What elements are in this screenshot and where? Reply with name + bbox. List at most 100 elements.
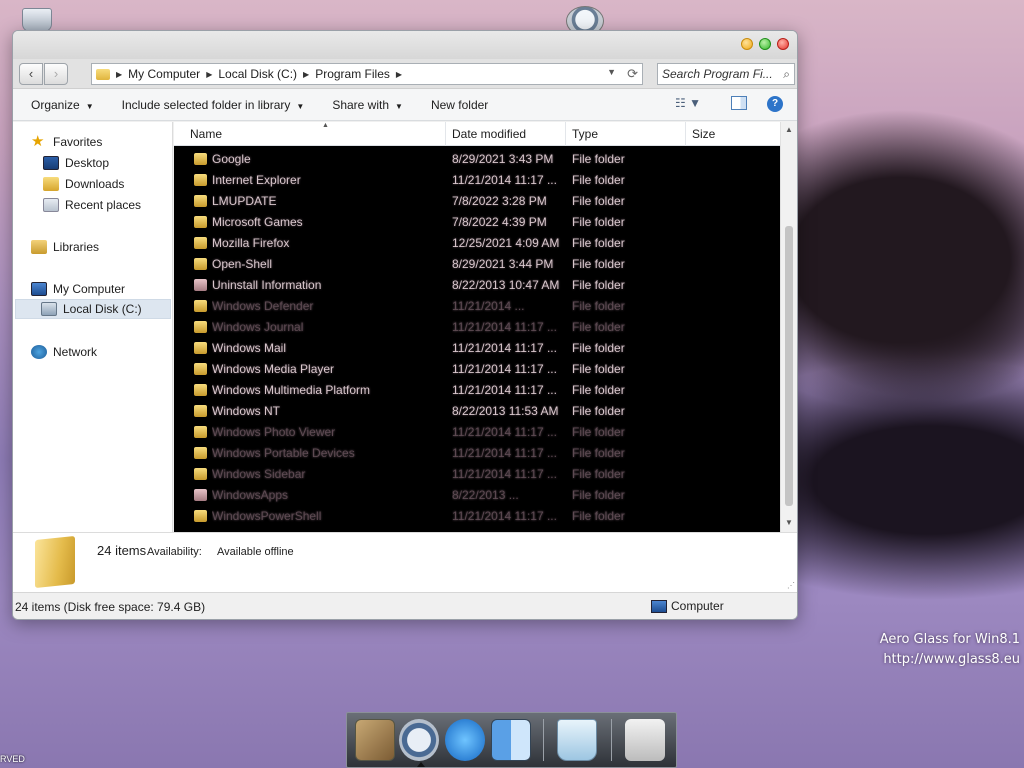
file-type: File folder — [572, 446, 625, 460]
file-type: File folder — [572, 488, 625, 502]
breadcrumb-my-computer[interactable]: My Computer — [128, 67, 200, 81]
status-location-label: Computer — [671, 599, 724, 613]
desktop-watermark: Aero Glass for Win8.1 http://www.glass8.… — [880, 630, 1020, 670]
file-type: File folder — [572, 152, 625, 166]
file-date: 8/22/2013 11:53 AM — [452, 404, 559, 418]
file-name: Windows Mail — [212, 341, 287, 355]
table-row[interactable]: Windows Defender 11/21/2014 ... File folde… — [174, 296, 780, 317]
table-row[interactable]: Google 8/29/2021 3:43 PM File folder — [174, 149, 780, 170]
file-name: LMUPDATE — [212, 194, 277, 208]
nav-label: Downloads — [65, 177, 125, 191]
column-header-name[interactable]: ▲ Name — [184, 122, 446, 146]
folder-icon — [194, 195, 207, 207]
search-input[interactable]: Search Program Fi... ⌕ — [657, 63, 795, 85]
folder-icon — [194, 321, 207, 333]
recycle-bin-icon[interactable] — [557, 719, 597, 761]
breadcrumb-local-disk[interactable]: Local Disk (C:) — [218, 67, 297, 81]
breadcrumb-separator[interactable]: ▶ — [303, 70, 309, 79]
desktop-recycle-bin-icon[interactable] — [22, 8, 52, 32]
disk-drive-icon — [41, 302, 57, 316]
help-icon[interactable]: ? — [767, 96, 783, 112]
safari-icon[interactable] — [399, 719, 439, 761]
file-name: WindowsPowerShell — [212, 509, 322, 523]
organize-button[interactable]: Organize ▼ — [31, 98, 94, 112]
table-row[interactable]: Open-Shell 8/29/2021 3:44 PM File folder — [174, 254, 780, 275]
folder-icon — [194, 447, 207, 459]
corner-text: RVED — [0, 754, 25, 764]
table-row[interactable]: LMUPDATE 7/8/2022 3:28 PM File folder — [174, 191, 780, 212]
share-label: Share with — [332, 97, 390, 112]
breadcrumb-separator[interactable]: ▶ — [116, 70, 122, 79]
table-row[interactable]: Mozilla Firefox 12/25/2021 4:09 AM File fo… — [174, 233, 780, 254]
mail-icon[interactable] — [355, 719, 395, 761]
nav-my-computer[interactable]: My Computer — [31, 279, 125, 299]
file-date: 11/21/2014 11:17 ... — [452, 341, 557, 355]
minimize-button[interactable] — [741, 38, 753, 50]
back-button[interactable]: ‹ — [19, 63, 43, 85]
nav-desktop[interactable]: Desktop — [43, 153, 109, 173]
availability-label: Availability: — [147, 546, 202, 558]
table-row[interactable]: Windows Portable Devices 11/21/2014 11:17… — [174, 443, 780, 464]
include-in-library-button[interactable]: Include selected folder in library ▼ — [122, 98, 305, 112]
column-header-size[interactable]: Size — [686, 122, 780, 146]
search-icon[interactable]: ⌕ — [783, 67, 790, 82]
breadcrumb-separator[interactable]: ▶ — [396, 70, 402, 79]
resize-grip-icon[interactable]: ⋰ — [787, 581, 795, 590]
table-row[interactable]: Windows Journal 11/21/2014 11:17 ... File … — [174, 317, 780, 338]
table-row[interactable]: Windows Multimedia Platform 11/21/2014 11… — [174, 380, 780, 401]
title-bar[interactable] — [13, 31, 797, 59]
file-type: File folder — [572, 404, 625, 418]
table-row[interactable]: Uninstall Information 8/22/2013 10:47 AM F… — [174, 275, 780, 296]
file-date: 11/21/2014 11:17 ... — [452, 383, 557, 397]
nav-downloads[interactable]: Downloads — [43, 174, 124, 194]
nav-recent-places[interactable]: Recent places — [43, 195, 141, 215]
nav-label: Favorites — [53, 135, 103, 149]
share-with-button[interactable]: Share with ▼ — [332, 98, 403, 112]
column-header-type[interactable]: Type — [566, 122, 686, 146]
forward-button[interactable]: › — [44, 63, 68, 85]
preview-pane-icon[interactable] — [731, 96, 747, 110]
navigation-pane: ★ Favorites Desktop Downloads Recent pla… — [13, 122, 173, 532]
folder-icon — [194, 468, 207, 480]
address-bar[interactable]: ▶ My Computer ▶ Local Disk (C:) ▶ Progra… — [91, 63, 643, 85]
vertical-scrollbar[interactable]: ▲ ▼ — [780, 122, 797, 532]
finder-icon[interactable] — [491, 719, 531, 761]
table-row[interactable]: Windows Media Player 11/21/2014 11:17 ...… — [174, 359, 780, 380]
maximize-button[interactable] — [759, 38, 771, 50]
file-name: Windows NT — [212, 404, 281, 418]
address-dropdown-icon[interactable]: ▼ — [607, 67, 616, 77]
file-type: File folder — [572, 341, 625, 355]
change-view-icon[interactable]: ☷ ▼ — [675, 96, 701, 110]
apple-icon[interactable] — [625, 719, 665, 761]
scroll-up-icon[interactable]: ▲ — [785, 125, 793, 134]
column-header-date-modified[interactable]: Date modified — [446, 122, 566, 146]
folder-icon — [194, 426, 207, 438]
internet-explorer-icon[interactable] — [445, 719, 485, 761]
table-row[interactable]: Microsoft Games 7/8/2022 4:39 PM File fold… — [174, 212, 780, 233]
nav-libraries[interactable]: Libraries — [31, 237, 99, 257]
table-row[interactable]: Windows Mail 11/21/2014 11:17 ... File fol… — [174, 338, 780, 359]
table-row[interactable]: Windows Photo Viewer 11/21/2014 11:17 ...… — [174, 422, 780, 443]
search-placeholder: Search Program Fi... — [662, 67, 773, 81]
refresh-icon[interactable]: ⟳ — [627, 66, 638, 82]
close-button[interactable] — [777, 38, 789, 50]
downloads-icon — [43, 177, 59, 191]
table-row[interactable]: WindowsPowerShell 11/21/2014 11:17 ... Fil… — [174, 506, 780, 527]
table-row[interactable]: Windows NT 8/22/2013 11:53 AM File folder — [174, 401, 780, 422]
file-type: File folder — [572, 362, 625, 376]
table-row[interactable]: Windows Sidebar 11/21/2014 11:17 ... File … — [174, 464, 780, 485]
scroll-down-icon[interactable]: ▼ — [785, 518, 793, 527]
watermark-line2: http://www.glass8.eu — [883, 652, 1020, 667]
explorer-window: ‹ › ▶ My Computer ▶ Local Disk (C:) ▶ Pr… — [12, 30, 798, 620]
nav-network[interactable]: Network — [31, 342, 97, 362]
new-folder-button[interactable]: New folder — [431, 98, 488, 112]
nav-favorites[interactable]: ★ Favorites — [31, 132, 102, 152]
scrollbar-thumb[interactable] — [785, 226, 793, 506]
table-row[interactable]: WindowsApps 8/22/2013 ... File folder — [174, 485, 780, 506]
file-date: 8/29/2021 3:44 PM — [452, 257, 554, 271]
breadcrumb-program-files[interactable]: Program Files — [315, 67, 390, 81]
table-row[interactable]: Internet Explorer 11/21/2014 11:17 ... Fil… — [174, 170, 780, 191]
nav-local-disk[interactable]: Local Disk (C:) — [15, 299, 171, 319]
breadcrumb-separator[interactable]: ▶ — [206, 70, 212, 79]
status-free-space: 24 items (Disk free space: 79.4 GB) — [15, 600, 206, 614]
